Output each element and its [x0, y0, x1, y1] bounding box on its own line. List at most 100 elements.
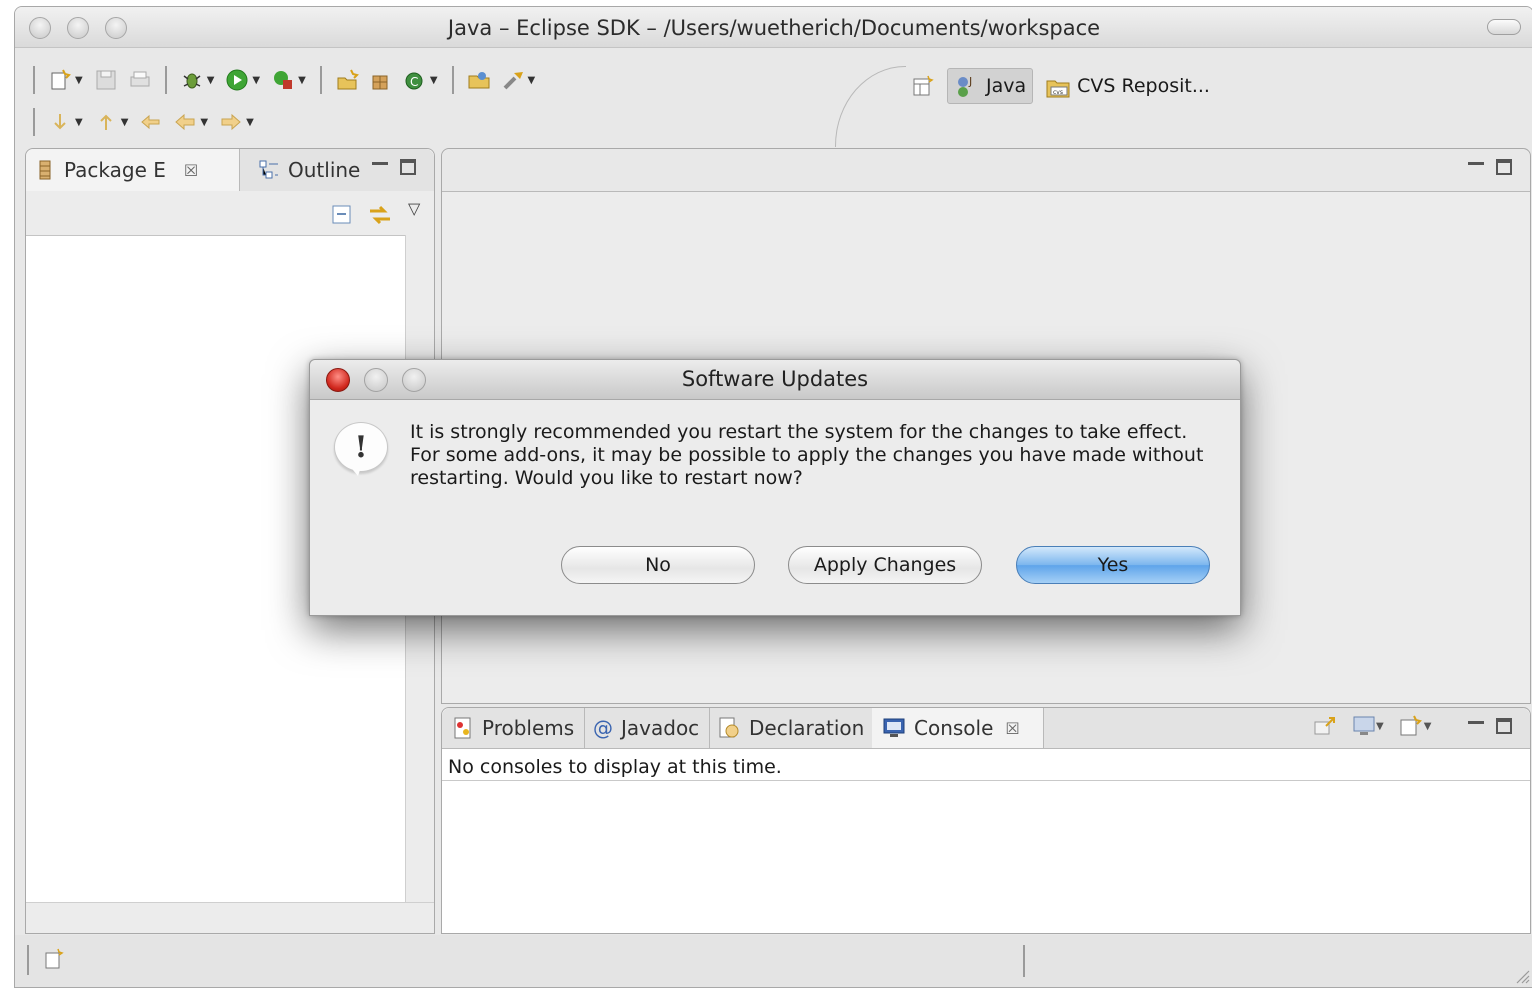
dialog-title: Software Updates: [681, 367, 869, 391]
run-dropdown-icon[interactable]: ▼: [252, 75, 260, 86]
fast-view-icon[interactable]: [43, 947, 67, 971]
perspective-cvs-label: CVS Reposit...: [1077, 75, 1210, 97]
perspective-cvs-button[interactable]: cvs CVS Reposit...: [1039, 69, 1216, 103]
last-edit-icon: [141, 114, 160, 130]
collapse-all-icon[interactable]: [330, 203, 354, 227]
save-icon: [96, 70, 116, 90]
console-divider: [442, 780, 1530, 781]
cvs-repository-icon: cvs: [1046, 80, 1070, 98]
new-package-button[interactable]: [366, 65, 396, 95]
yes-button[interactable]: Yes: [1016, 546, 1210, 584]
open-console-icon: [1400, 715, 1422, 736]
toolbar-row-1: ▼ ▼ ▼ ▼ C ▼ ▼: [27, 62, 539, 98]
svg-text:C: C: [410, 75, 418, 89]
debug-dropdown-icon[interactable]: ▼: [207, 75, 215, 86]
run-icon: [226, 69, 248, 91]
link-with-editor-icon[interactable]: [366, 201, 394, 229]
display-console-button[interactable]: ▼: [1352, 714, 1384, 738]
window-title: Java – Eclipse SDK – /Users/wuetherich/D…: [447, 16, 1101, 40]
previous-annotation-button[interactable]: [91, 107, 121, 137]
new-class-dropdown-icon[interactable]: ▼: [430, 75, 438, 86]
tab-outline[interactable]: Outline: [248, 149, 370, 191]
view-menu-icon[interactable]: ▽: [408, 199, 420, 218]
search-dropdown-icon[interactable]: ▼: [528, 75, 536, 86]
minimize-pane-button[interactable]: [372, 161, 388, 165]
maximize-pane-button[interactable]: [400, 159, 416, 175]
toolbar-row-2: ▼ ▼ ▼ ▼: [27, 104, 258, 140]
new-dropdown-icon[interactable]: ▼: [75, 75, 83, 86]
warning-icon-glyph: !: [354, 429, 368, 465]
external-tools-dropdown-icon[interactable]: ▼: [298, 75, 306, 86]
back-button[interactable]: [170, 107, 200, 137]
print-button[interactable]: [125, 65, 155, 95]
new-java-project-button[interactable]: [332, 65, 362, 95]
tab-console[interactable]: Console ☒: [872, 708, 1044, 748]
new-button[interactable]: [45, 65, 75, 95]
bottom-pane-controls: [1468, 718, 1512, 734]
left-pane-controls: [372, 159, 416, 175]
forward-arrow-icon: [221, 113, 241, 131]
tab-package-explorer[interactable]: Package E ☒: [26, 149, 240, 191]
forward-button[interactable]: [216, 107, 246, 137]
tab-declaration[interactable]: Declaration: [707, 708, 876, 748]
toolbar-separator: [164, 66, 167, 94]
tab-javadoc-label: Javadoc: [621, 716, 700, 740]
perspective-java-label: Java: [986, 75, 1027, 97]
left-pane-tabbar: Package E ☒ Outline: [26, 149, 434, 192]
perspective-bar-curve: [835, 66, 906, 147]
perspective-switcher: J Java cvs CVS Reposit...: [905, 68, 1216, 104]
next-annotation-button[interactable]: [45, 107, 75, 137]
editor-tabbar: [442, 149, 1530, 192]
new-class-button[interactable]: C: [400, 65, 430, 95]
close-icon[interactable]: ☒: [184, 161, 198, 180]
maximize-editor-button[interactable]: [1496, 159, 1512, 175]
toolbar-separator: [33, 66, 35, 94]
java-perspective-icon: J: [958, 75, 972, 97]
toolbar-separator: [33, 108, 35, 136]
debug-button[interactable]: [177, 65, 207, 95]
maximize-console-button[interactable]: [1496, 718, 1512, 734]
package-explorer-icon: [39, 160, 51, 180]
pin-console-icon[interactable]: [1312, 714, 1338, 738]
perspective-java-button[interactable]: J Java: [947, 68, 1034, 104]
horizontal-scrollbar[interactable]: [26, 902, 434, 933]
no-button[interactable]: No: [561, 546, 755, 584]
save-button[interactable]: [91, 65, 121, 95]
title-bar[interactable]: Java – Eclipse SDK – /Users/wuetherich/D…: [15, 7, 1532, 48]
open-console-button[interactable]: ▼: [1398, 714, 1431, 738]
problems-icon: [454, 717, 471, 739]
back-dropdown-icon[interactable]: ▼: [200, 117, 208, 128]
forward-dropdown-icon[interactable]: ▼: [246, 117, 254, 128]
status-bar: [15, 935, 1532, 987]
dialog-title-bar[interactable]: Software Updates: [310, 360, 1240, 400]
open-perspective-button[interactable]: [905, 69, 941, 103]
resize-grip-icon[interactable]: [1511, 965, 1531, 985]
external-tools-button[interactable]: [268, 65, 298, 95]
close-icon[interactable]: ☒: [1005, 719, 1019, 738]
run-button[interactable]: [222, 65, 252, 95]
toolbar-separator: [319, 66, 322, 94]
tab-outline-label: Outline: [288, 158, 361, 182]
package-explorer-toolbar: ▽: [26, 191, 434, 236]
previous-annotation-icon: [99, 114, 112, 130]
tab-console-label: Console: [914, 716, 994, 740]
minimize-editor-button[interactable]: [1468, 161, 1484, 165]
print-icon: [130, 71, 150, 87]
tab-javadoc[interactable]: @ Javadoc: [583, 708, 711, 748]
previous-annotation-dropdown-icon[interactable]: ▼: [121, 117, 129, 128]
toolbar-toggle-button[interactable]: [1487, 19, 1521, 35]
apply-changes-button[interactable]: Apply Changes: [788, 546, 982, 584]
minimize-console-button[interactable]: [1468, 720, 1484, 724]
tab-problems-label: Problems: [482, 716, 575, 740]
last-edit-location-button[interactable]: [136, 107, 166, 137]
svg-text:cvs: cvs: [1053, 89, 1063, 96]
svg-text:J: J: [968, 75, 972, 88]
tab-problems[interactable]: Problems: [442, 708, 586, 748]
next-annotation-dropdown-icon[interactable]: ▼: [75, 117, 83, 128]
new-class-icon: C: [405, 72, 423, 90]
display-console-icon: [1353, 716, 1375, 735]
editor-pane-controls: [1468, 159, 1512, 175]
open-type-button[interactable]: [464, 65, 494, 95]
at-sign-icon: @: [593, 716, 613, 740]
search-button[interactable]: [498, 65, 528, 95]
